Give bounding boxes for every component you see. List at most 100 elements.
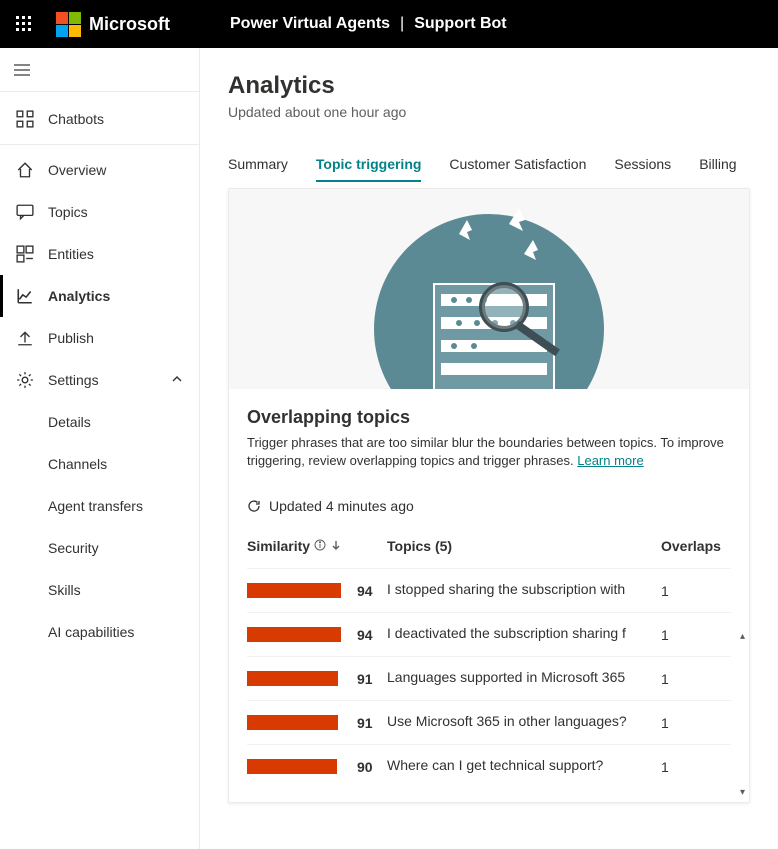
similarity-bar bbox=[247, 715, 347, 730]
sidebar-item-label: Skills bbox=[48, 582, 81, 598]
bot-name[interactable]: Support Bot bbox=[414, 15, 506, 33]
table-row[interactable]: 90 Where can I get technical support?1 bbox=[247, 744, 731, 788]
table-row[interactable]: 91 Languages supported in Microsoft 3651 bbox=[247, 656, 731, 700]
card-updated-text: Updated 4 minutes ago bbox=[269, 498, 414, 514]
sidebar-item-label: Entities bbox=[48, 246, 94, 262]
topic-cell: Languages supported in Microsoft 365 bbox=[387, 669, 661, 688]
sidebar-item-entities[interactable]: Entities bbox=[0, 233, 199, 275]
overlapping-topics-card: Overlapping topics Trigger phrases that … bbox=[228, 188, 750, 803]
home-icon bbox=[16, 161, 34, 179]
hamburger-icon[interactable] bbox=[0, 48, 199, 92]
sidebar-item-label: Publish bbox=[48, 330, 94, 346]
divider bbox=[0, 144, 199, 145]
sidebar-item-details[interactable]: Details bbox=[0, 401, 199, 443]
table-header: Similarity Topics (5) Overlaps bbox=[247, 528, 731, 568]
sidebar-item-ai-capabilities[interactable]: AI capabilities bbox=[0, 611, 199, 653]
sidebar-item-label: Details bbox=[48, 414, 91, 430]
similarity-bar bbox=[247, 583, 347, 598]
page-title: Analytics bbox=[228, 72, 750, 100]
topic-cell: I stopped sharing the subscription with bbox=[387, 581, 661, 600]
similarity-bar bbox=[247, 759, 347, 774]
analytics-icon bbox=[16, 287, 34, 305]
sidebar-item-label: Security bbox=[48, 540, 99, 556]
tab-topic-triggering[interactable]: Topic triggering bbox=[316, 148, 422, 182]
sidebar-item-agent-transfers[interactable]: Agent transfers bbox=[0, 485, 199, 527]
main-content: Analytics Updated about one hour ago Sum… bbox=[200, 48, 778, 849]
scroll-down-icon[interactable]: ▾ bbox=[740, 787, 745, 798]
similarity-value: 91 bbox=[357, 715, 373, 731]
column-similarity[interactable]: Similarity bbox=[247, 538, 387, 554]
table-row[interactable]: 94 I stopped sharing the subscription wit… bbox=[247, 568, 731, 612]
tab-sessions[interactable]: Sessions bbox=[614, 148, 671, 182]
similarity-cell: 90 bbox=[247, 759, 387, 775]
app-name[interactable]: Power Virtual Agents bbox=[230, 15, 390, 33]
sidebar-item-settings[interactable]: Settings bbox=[0, 359, 199, 401]
similarity-value: 94 bbox=[357, 627, 373, 643]
sidebar-item-publish[interactable]: Publish bbox=[0, 317, 199, 359]
sidebar-item-label: Overview bbox=[48, 162, 106, 178]
column-topics[interactable]: Topics (5) bbox=[387, 538, 661, 554]
similarity-value: 94 bbox=[357, 583, 373, 599]
sort-desc-icon[interactable] bbox=[330, 538, 342, 554]
page-subtitle: Updated about one hour ago bbox=[228, 104, 750, 120]
sidebar-item-label: Topics bbox=[48, 204, 88, 220]
similarity-cell: 91 bbox=[247, 671, 387, 687]
grid-icon bbox=[16, 110, 34, 128]
similarity-bar bbox=[247, 627, 347, 642]
topics-table: Similarity Topics (5) Overlaps 94 I stopp… bbox=[229, 518, 749, 802]
similarity-value: 90 bbox=[357, 759, 373, 775]
sidebar-item-skills[interactable]: Skills bbox=[0, 569, 199, 611]
sidebar-item-label: Settings bbox=[48, 372, 99, 388]
card-updated: Updated 4 minutes ago bbox=[229, 498, 749, 518]
similarity-cell: 91 bbox=[247, 715, 387, 731]
sidebar-item-security[interactable]: Security bbox=[0, 527, 199, 569]
sidebar-item-label: Channels bbox=[48, 456, 107, 472]
sidebar-item-label: Chatbots bbox=[48, 111, 104, 127]
overlaps-cell: 1 bbox=[661, 583, 731, 599]
overlaps-cell: 1 bbox=[661, 715, 731, 731]
similarity-value: 91 bbox=[357, 671, 373, 687]
sidebar-item-overview[interactable]: Overview bbox=[0, 149, 199, 191]
table-row[interactable]: 91 Use Microsoft 365 in other languages?1 bbox=[247, 700, 731, 744]
tab-customer-satisfaction[interactable]: Customer Satisfaction bbox=[449, 148, 586, 182]
gear-icon bbox=[16, 371, 34, 389]
microsoft-logo-icon bbox=[56, 12, 81, 37]
brand-text: Microsoft bbox=[89, 14, 170, 35]
top-bar: Microsoft Power Virtual Agents | Support… bbox=[0, 0, 778, 48]
column-overlaps[interactable]: Overlaps bbox=[661, 538, 731, 554]
divider: | bbox=[400, 15, 404, 33]
sidebar-item-label: Analytics bbox=[48, 288, 110, 304]
entities-icon bbox=[16, 245, 34, 263]
sidebar-item-topics[interactable]: Topics bbox=[0, 191, 199, 233]
tab-summary[interactable]: Summary bbox=[228, 148, 288, 182]
similarity-cell: 94 bbox=[247, 627, 387, 643]
similarity-cell: 94 bbox=[247, 583, 387, 599]
sidebar-item-channels[interactable]: Channels bbox=[0, 443, 199, 485]
similarity-bar bbox=[247, 671, 347, 686]
overlaps-cell: 1 bbox=[661, 759, 731, 775]
table-row[interactable]: 94 I deactivated the subscription sharing… bbox=[247, 612, 731, 656]
publish-icon bbox=[16, 329, 34, 347]
card-hero bbox=[229, 189, 749, 389]
sidebar-item-label: Agent transfers bbox=[48, 498, 143, 514]
overlaps-cell: 1 bbox=[661, 671, 731, 687]
chat-icon bbox=[16, 203, 34, 221]
scroll-up-icon[interactable]: ▴ bbox=[740, 631, 745, 642]
learn-more-link[interactable]: Learn more bbox=[577, 453, 643, 468]
info-icon[interactable] bbox=[314, 538, 326, 554]
topic-cell: Where can I get technical support? bbox=[387, 757, 661, 776]
tabs: Summary Topic triggering Customer Satisf… bbox=[228, 148, 750, 182]
microsoft-logo[interactable]: Microsoft bbox=[56, 12, 170, 37]
card-description: Trigger phrases that are too similar blu… bbox=[247, 434, 731, 470]
hero-illustration-icon bbox=[359, 189, 619, 389]
sidebar-item-analytics[interactable]: Analytics bbox=[0, 275, 199, 317]
card-title: Overlapping topics bbox=[247, 407, 731, 428]
sidebar-item-label: AI capabilities bbox=[48, 624, 134, 640]
app-launcher-icon[interactable] bbox=[0, 0, 48, 48]
topic-cell: I deactivated the subscription sharing f bbox=[387, 625, 661, 644]
refresh-icon bbox=[247, 499, 261, 513]
chevron-up-icon bbox=[171, 372, 183, 388]
tab-billing[interactable]: Billing bbox=[699, 148, 736, 182]
topic-cell: Use Microsoft 365 in other languages? bbox=[387, 713, 661, 732]
sidebar-item-chatbots[interactable]: Chatbots bbox=[0, 98, 199, 140]
